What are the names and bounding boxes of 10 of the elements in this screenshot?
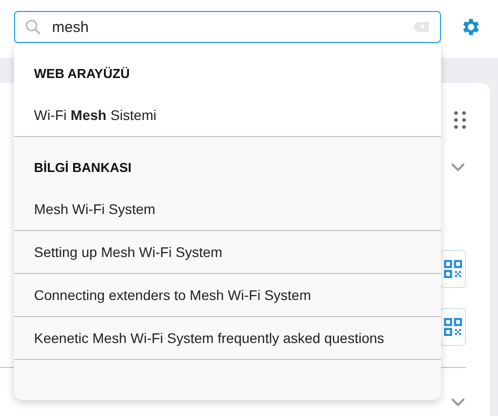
chevron-icon[interactable] <box>451 398 465 406</box>
qr-button[interactable] <box>440 308 466 346</box>
qr-code-icon <box>444 318 462 336</box>
qr-code-icon <box>444 260 462 278</box>
section-heading: WEB ARAYÜZÜ <box>34 66 130 80</box>
qr-button[interactable] <box>440 250 466 288</box>
section-heading: BİLGİ BANKASI <box>34 160 132 174</box>
chevron-icon[interactable] <box>451 163 465 171</box>
drag-handle-icon[interactable] <box>454 111 466 129</box>
search-field[interactable]: mesh <box>14 11 441 43</box>
